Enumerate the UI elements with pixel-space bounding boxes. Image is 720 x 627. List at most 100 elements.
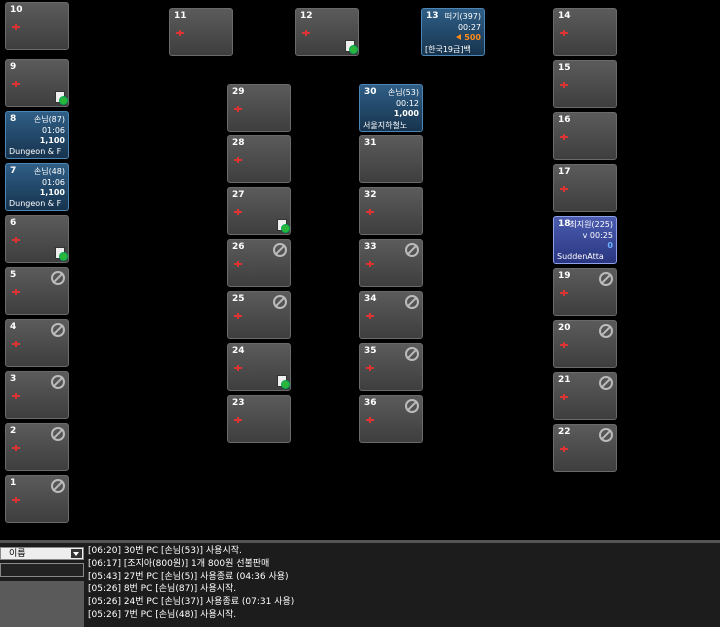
pc-amount: 0 <box>607 241 613 250</box>
pc-seat-29[interactable]: 29 <box>227 84 291 132</box>
pc-seat-26[interactable]: 26 <box>227 239 291 287</box>
pc-number: 19 <box>558 271 571 281</box>
pc-number: 35 <box>364 346 377 356</box>
pc-number: 20 <box>558 323 571 333</box>
pc-seat-5[interactable]: 5 <box>5 267 69 315</box>
pc-seat-31[interactable]: 31 <box>359 135 423 183</box>
pc-seat-33[interactable]: 33 <box>359 239 423 287</box>
pc-number: 11 <box>174 11 187 21</box>
pc-seat-18[interactable]: 18 최지원(225) v 00:25 0 SuddenAtta <box>553 216 617 264</box>
pc-seat-36[interactable]: 36 <box>359 395 423 443</box>
power-off-icon <box>560 394 568 400</box>
blocked-icon <box>405 295 419 309</box>
pc-amount: 1,100 <box>40 188 65 197</box>
blocked-icon <box>51 427 65 441</box>
log-entry: [06:20] 30번 PC [손님(53)] 사용시작. <box>88 546 242 556</box>
blocked-icon <box>599 272 613 286</box>
log-entry: [05:26] 8번 PC [손님(87)] 사용시작. <box>88 584 237 595</box>
search-input[interactable] <box>0 563 84 577</box>
arrow-left-icon <box>456 34 462 40</box>
pc-number: 23 <box>232 398 245 408</box>
pc-amount: 1,100 <box>40 136 65 145</box>
pc-seat-9[interactable]: 9 <box>5 59 69 107</box>
pc-seat-28[interactable]: 28 <box>227 135 291 183</box>
power-off-icon <box>12 497 20 503</box>
pc-seat-25[interactable]: 25 <box>227 291 291 339</box>
pc-number: 14 <box>558 11 571 21</box>
pc-number: 2 <box>10 426 17 436</box>
blocked-icon <box>405 399 419 413</box>
power-off-icon <box>12 237 20 243</box>
blocked-icon <box>51 271 65 285</box>
power-off-icon <box>234 209 242 215</box>
blocked-icon <box>51 375 65 389</box>
power-off-icon <box>560 186 568 192</box>
pc-seat-4[interactable]: 4 <box>5 319 69 367</box>
pc-amount-value: 500 <box>464 33 481 42</box>
pc-number: 7 <box>10 166 17 176</box>
pc-seat-23[interactable]: 23 <box>227 395 291 443</box>
power-off-icon <box>234 157 242 163</box>
pc-number: 36 <box>364 398 377 408</box>
pc-seat-3[interactable]: 3 <box>5 371 69 419</box>
power-off-icon <box>234 365 242 371</box>
pc-time: 00:27 <box>457 23 481 32</box>
pc-seat-21[interactable]: 21 <box>553 372 617 420</box>
pc-seat-27[interactable]: 27 <box>227 187 291 235</box>
pc-number: 29 <box>232 87 245 97</box>
pc-seat-12[interactable]: 12 <box>295 8 359 56</box>
pc-number: 10 <box>10 5 23 15</box>
pc-seat-20[interactable]: 20 <box>553 320 617 368</box>
pc-seat-30[interactable]: 30 손님(53) 00:12 1,000 서울지하철노 <box>359 84 423 132</box>
power-off-icon <box>366 417 374 423</box>
pc-number: 31 <box>364 138 377 148</box>
pc-seat-22[interactable]: 22 <box>553 424 617 472</box>
bottom-panel: 이름 [06:20] 30번 PC [손님(53)] 사용시작. [06:17] … <box>0 540 720 627</box>
power-off-icon <box>366 261 374 267</box>
pc-amount-value: 0 <box>607 241 613 250</box>
power-off-icon <box>176 30 184 36</box>
pc-game: 서울지하철노 <box>363 121 408 130</box>
pc-game: Dungeon & F <box>9 147 62 156</box>
chevron-down-icon[interactable] <box>71 549 82 558</box>
pc-seat-6[interactable]: 6 <box>5 215 69 263</box>
pc-seat-19[interactable]: 19 <box>553 268 617 316</box>
pc-number: 5 <box>10 270 17 280</box>
sort-select[interactable]: 이름 <box>0 547 84 560</box>
pc-seat-34[interactable]: 34 <box>359 291 423 339</box>
pc-seat-32[interactable]: 32 <box>359 187 423 235</box>
pc-seat-15[interactable]: 15 <box>553 60 617 108</box>
pc-number: 16 <box>558 115 571 125</box>
pc-number: 22 <box>558 427 571 437</box>
pc-amount-value: 1,100 <box>39 136 65 145</box>
blocked-icon <box>51 479 65 493</box>
pc-seat-13[interactable]: 13 떠기(397) 00:27 500 [한국19금]백 <box>421 8 485 56</box>
pc-number: 26 <box>232 242 245 252</box>
sort-select-label: 이름 <box>9 549 26 559</box>
pc-seat-35[interactable]: 35 <box>359 343 423 391</box>
pc-seat-7[interactable]: 7 손님(48) 01:06 1,100 Dungeon & F <box>5 163 69 211</box>
pc-seat-8[interactable]: 8 손님(87) 01:06 1,100 Dungeon & F <box>5 111 69 159</box>
pc-seat-2[interactable]: 2 <box>5 423 69 471</box>
blocked-icon <box>599 428 613 442</box>
pc-seat-16[interactable]: 16 <box>553 112 617 160</box>
pc-user: 손님(87) <box>33 115 65 124</box>
pc-time: 00:12 <box>395 99 419 108</box>
pc-number: 17 <box>558 167 571 177</box>
blocked-icon <box>405 347 419 361</box>
pc-number: 9 <box>10 62 17 72</box>
pc-seat-24[interactable]: 24 <box>227 343 291 391</box>
power-off-icon <box>234 313 242 319</box>
pc-seat-1[interactable]: 1 <box>5 475 69 523</box>
pc-amount-value: 1,100 <box>39 188 65 197</box>
power-off-icon <box>12 445 20 451</box>
pc-seat-10[interactable]: 10 <box>5 2 69 50</box>
pc-seat-14[interactable]: 14 <box>553 8 617 56</box>
power-off-icon <box>560 290 568 296</box>
log-entry: [05:26] 24번 PC [손님(37)] 사용종료 (07:31 사용) <box>88 597 295 608</box>
pc-seat-11[interactable]: 11 <box>169 8 233 56</box>
pc-seat-17[interactable]: 17 <box>553 164 617 212</box>
pc-user: 손님(48) <box>33 167 65 176</box>
pc-number: 34 <box>364 294 377 304</box>
power-off-icon <box>560 446 568 452</box>
